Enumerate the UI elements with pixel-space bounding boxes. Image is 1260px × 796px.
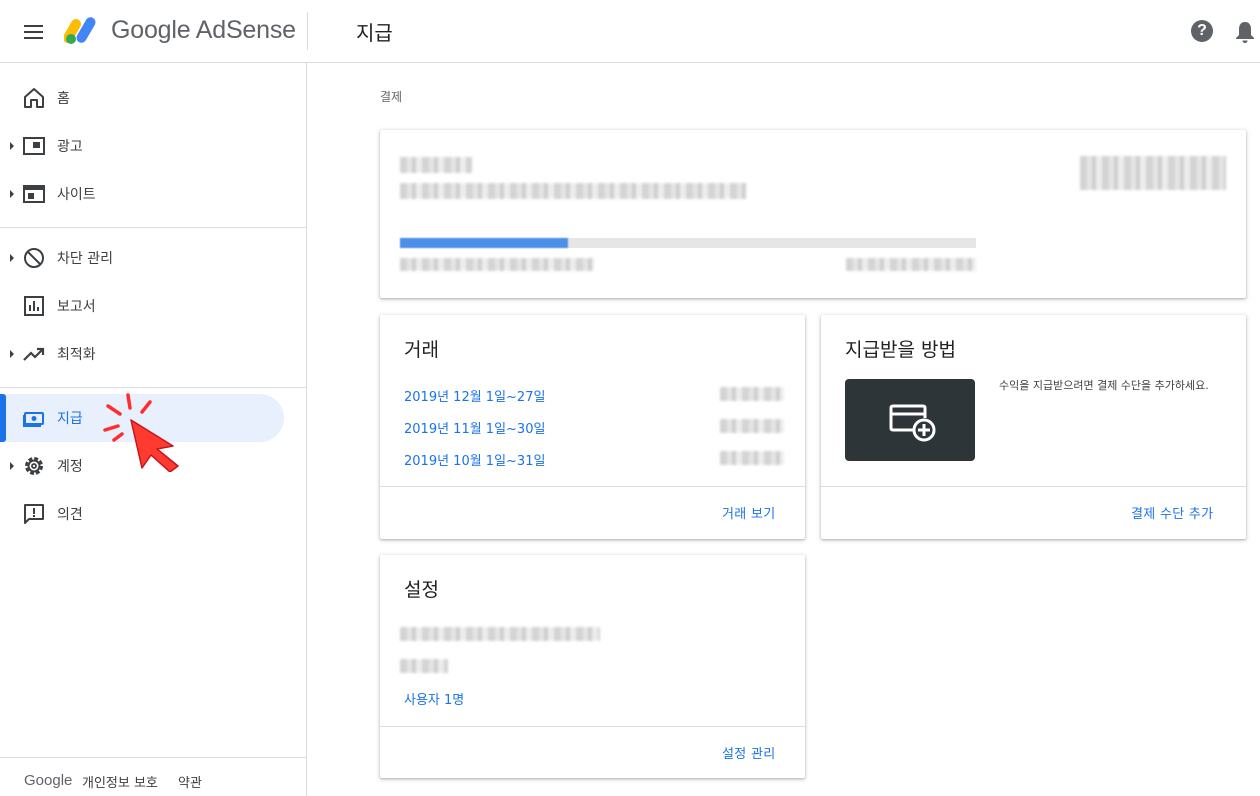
add-payment-illustration bbox=[845, 379, 975, 461]
transaction-period-link[interactable]: 2019년 10월 1일~31일 bbox=[404, 450, 545, 469]
transaction-period-link[interactable]: 2019년 12월 1일~27일 bbox=[404, 386, 545, 405]
sidebar-item-account[interactable]: 계정 bbox=[0, 442, 284, 490]
redacted-amount bbox=[720, 451, 784, 465]
header-divider bbox=[307, 12, 308, 50]
transactions-card: 거래 2019년 12월 1일~27일 2019년 11월 1일~30일 201… bbox=[380, 315, 805, 539]
sidebar: 홈 광고 사이트 차단 관리 보고서 최적화 지급 계정 의견 Google 개… bbox=[0, 63, 307, 796]
view-transactions-button[interactable]: 거래 보기 bbox=[722, 503, 775, 522]
logo-text: Google AdSense bbox=[111, 16, 296, 44]
footer-terms-link[interactable]: 약관 bbox=[178, 772, 202, 791]
footer-google-logo: Google bbox=[24, 772, 73, 789]
payment-method-card: 지급받을 방법 수익을 지급받으려면 결제 수단을 추가하세요. 결제 수단 추… bbox=[821, 315, 1246, 539]
active-indicator bbox=[0, 394, 6, 442]
manage-settings-button[interactable]: 설정 관리 bbox=[722, 743, 775, 762]
footer-privacy-link[interactable]: 개인정보 보호 bbox=[82, 772, 158, 791]
users-link[interactable]: 사용자 1명 bbox=[404, 689, 464, 708]
expand-caret-icon bbox=[10, 350, 14, 358]
redacted-amount bbox=[720, 387, 784, 401]
settings-title: 설정 bbox=[404, 579, 439, 601]
sidebar-item-label: 차단 관리 bbox=[57, 251, 113, 267]
menu-icon[interactable] bbox=[22, 20, 46, 44]
optimize-icon bbox=[23, 347, 45, 361]
sidebar-item-block-management[interactable]: 차단 관리 bbox=[0, 234, 284, 282]
payment-method-title: 지급받을 방법 bbox=[845, 339, 956, 361]
reports-icon bbox=[24, 296, 44, 316]
sidebar-item-optimization[interactable]: 최적화 bbox=[0, 330, 284, 378]
redacted-text bbox=[400, 258, 594, 271]
redacted-text bbox=[400, 627, 600, 641]
sidebar-item-label: 의견 bbox=[57, 507, 83, 523]
expand-caret-icon bbox=[10, 462, 14, 470]
redacted-text bbox=[400, 183, 746, 199]
breadcrumb: 결제 bbox=[380, 90, 403, 104]
help-icon[interactable]: ? bbox=[1191, 20, 1213, 42]
sidebar-item-label: 최적화 bbox=[57, 347, 96, 363]
redacted-text bbox=[846, 258, 976, 271]
progress-fill bbox=[400, 238, 568, 248]
sidebar-item-label: 광고 bbox=[57, 139, 83, 155]
payment-threshold-progress bbox=[400, 238, 976, 248]
payments-icon bbox=[23, 412, 44, 427]
redacted-text bbox=[400, 157, 472, 173]
sidebar-footer: Google 개인정보 보호 약관 bbox=[0, 757, 307, 796]
sidebar-item-label: 계정 bbox=[57, 459, 83, 475]
adsense-logo-icon bbox=[64, 17, 96, 44]
add-payment-method-button[interactable]: 결제 수단 추가 bbox=[1131, 503, 1213, 522]
sidebar-divider bbox=[0, 387, 307, 388]
top-app-bar: Google AdSense 지급 ? bbox=[0, 0, 1260, 63]
transactions-title: 거래 bbox=[404, 339, 439, 361]
sidebar-item-ads[interactable]: 광고 bbox=[0, 122, 284, 170]
feedback-icon bbox=[24, 504, 44, 524]
sidebar-item-label: 홈 bbox=[57, 91, 70, 107]
card-divider bbox=[380, 726, 805, 727]
sidebar-item-payments[interactable]: 지급 bbox=[0, 394, 284, 442]
payment-method-description: 수익을 지급받으려면 결제 수단을 추가하세요. bbox=[999, 379, 1209, 392]
sidebar-item-feedback[interactable]: 의견 bbox=[0, 490, 284, 538]
page-title: 지급 bbox=[356, 21, 393, 45]
transaction-period-link[interactable]: 2019년 11월 1일~30일 bbox=[404, 418, 545, 437]
settings-card: 설정 사용자 1명 설정 관리 bbox=[380, 555, 805, 778]
credit-card-add-icon bbox=[889, 404, 936, 442]
redacted-amount bbox=[720, 419, 784, 433]
sidebar-divider bbox=[0, 227, 307, 228]
sidebar-item-label: 사이트 bbox=[57, 187, 96, 203]
sidebar-item-label: 보고서 bbox=[57, 299, 96, 315]
expand-caret-icon bbox=[10, 190, 14, 198]
expand-caret-icon bbox=[10, 142, 14, 150]
sidebar-item-sites[interactable]: 사이트 bbox=[0, 170, 284, 218]
card-divider bbox=[380, 486, 805, 487]
home-icon bbox=[24, 88, 44, 108]
redacted-text bbox=[400, 659, 448, 673]
sidebar-item-home[interactable]: 홈 bbox=[0, 74, 284, 122]
ads-icon bbox=[23, 137, 45, 155]
sites-icon bbox=[23, 185, 45, 203]
card-divider bbox=[821, 486, 1246, 487]
gear-icon bbox=[25, 457, 43, 475]
balance-card bbox=[380, 130, 1246, 298]
expand-caret-icon bbox=[10, 254, 14, 262]
sidebar-item-label: 지급 bbox=[57, 411, 83, 427]
redacted-amount bbox=[1080, 156, 1226, 190]
block-icon bbox=[24, 248, 44, 268]
bell-icon[interactable] bbox=[1234, 20, 1256, 44]
sidebar-item-reports[interactable]: 보고서 bbox=[0, 282, 284, 330]
